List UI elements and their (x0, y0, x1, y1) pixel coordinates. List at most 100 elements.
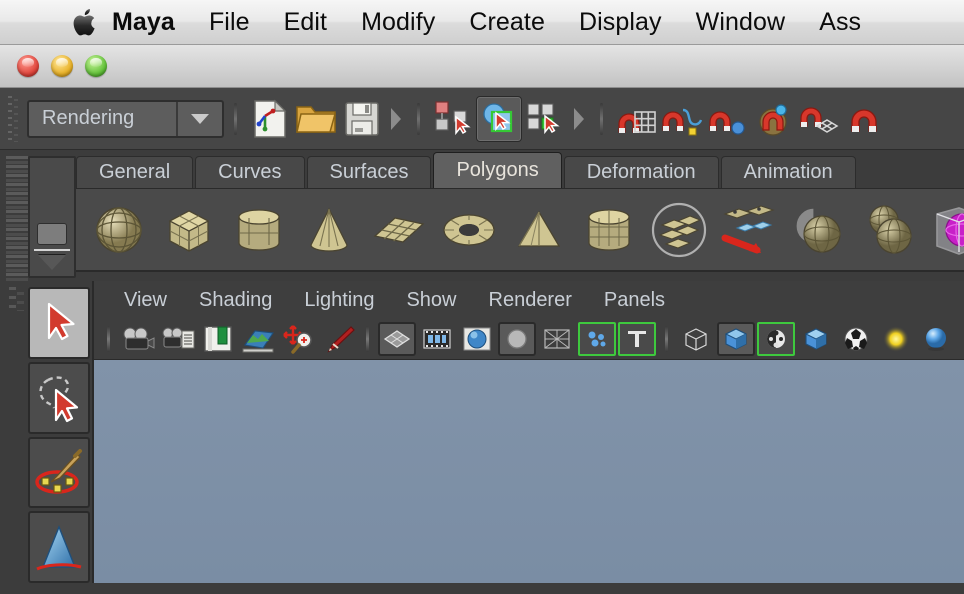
menu-item-modify[interactable]: Modify (344, 8, 452, 37)
toolbar-separator-3[interactable] (600, 102, 603, 135)
boolean-difference-icon[interactable] (786, 197, 852, 263)
paint-select-tool[interactable] (28, 436, 90, 509)
viewport-panel: View Shading Lighting Show Renderer Pane… (92, 281, 964, 583)
shelf-divider (34, 249, 70, 251)
move-tool[interactable] (28, 511, 90, 583)
menu-item-create[interactable]: Create (452, 8, 562, 37)
shelf-tab-general[interactable]: General (76, 156, 194, 188)
select-by-component-type-icon[interactable] (522, 96, 568, 142)
menu-item-assets[interactable]: Ass (802, 8, 878, 37)
select-by-hierarchy-icon[interactable] (430, 96, 476, 142)
shelf-tab-polygons[interactable]: Polygons (433, 152, 562, 188)
snap-to-grid-icon[interactable] (613, 96, 659, 142)
lasso-select-tool[interactable] (28, 361, 90, 434)
shelf-icon-row (76, 188, 964, 272)
shaded-textured-icon[interactable] (757, 322, 795, 356)
viewport-canvas[interactable] (94, 359, 964, 583)
shelf-tab-curves[interactable]: Curves (195, 156, 305, 188)
viewport-menu-lighting[interactable]: Lighting (288, 289, 390, 312)
snap-to-curve-icon[interactable] (659, 96, 705, 142)
polygon-cone-icon[interactable] (296, 197, 362, 263)
shelf-tab-surfaces[interactable]: Surfaces (306, 156, 432, 188)
combine-icon[interactable] (716, 197, 782, 263)
select-by-object-type-icon[interactable] (476, 95, 522, 142)
chevron-down-icon[interactable] (176, 101, 222, 136)
maya-application-window: Rendering General Curves Surfaces Polygo… (0, 45, 964, 594)
status-line-toolbar: Rendering (0, 88, 964, 150)
xray-icon[interactable] (538, 322, 576, 356)
viewport-menu-panels[interactable]: Panels (588, 289, 681, 312)
mirror-geometry-icon[interactable] (926, 197, 964, 263)
polygon-prism-icon[interactable] (576, 197, 642, 263)
viewport-toolbar-handle[interactable] (107, 326, 110, 352)
two-d-pan-zoom-icon[interactable] (279, 322, 317, 356)
menu-item-display[interactable]: Display (562, 8, 679, 37)
toolbox-drag-handle[interactable] (8, 287, 26, 311)
shelf-tab-bar: General Curves Surfaces Polygons Deforma… (76, 150, 964, 188)
shelf-area: General Curves Surfaces Polygons Deforma… (0, 150, 964, 281)
viewport-toolbar (94, 319, 964, 359)
camera-attributes-icon[interactable] (159, 322, 197, 356)
boolean-union-icon[interactable] (856, 197, 922, 263)
flat-shade-icon[interactable] (797, 322, 835, 356)
wireframe-on-shaded-icon[interactable] (378, 322, 416, 356)
os-menu-bar: Maya File Edit Modify Create Display Win… (0, 0, 964, 45)
viewport-menu-view[interactable]: View (108, 289, 183, 312)
menu-set-dropdown[interactable]: Rendering (27, 99, 224, 138)
toolbar-separator-2[interactable] (417, 102, 420, 135)
statusline-drag-handle[interactable] (8, 95, 20, 142)
texture-display-icon[interactable] (837, 322, 875, 356)
bookmark-icon[interactable] (199, 322, 237, 356)
text-display-icon[interactable] (618, 322, 656, 356)
menu-set-value: Rendering (42, 107, 135, 129)
shelf-tab-animation[interactable]: Animation (720, 156, 856, 188)
new-scene-icon[interactable] (247, 96, 293, 142)
resolution-gate-icon[interactable] (458, 322, 496, 356)
apple-logo-icon[interactable] (72, 4, 102, 40)
image-plane-icon[interactable] (239, 322, 277, 356)
viewport-toolbar-separator[interactable] (366, 326, 369, 352)
save-scene-icon[interactable] (339, 96, 385, 142)
polygon-pyramid-icon[interactable] (506, 197, 572, 263)
viewport-toolbar-separator-2[interactable] (665, 326, 668, 352)
viewport-menu-shading[interactable]: Shading (183, 289, 288, 312)
use-default-light-icon[interactable] (877, 322, 915, 356)
open-scene-icon[interactable] (293, 96, 339, 142)
polygon-plane-icon[interactable] (366, 197, 432, 263)
viewport-menu-renderer[interactable]: Renderer (473, 289, 588, 312)
close-button[interactable] (17, 55, 39, 77)
window-title-bar (0, 45, 964, 88)
chevron-down-icon[interactable] (38, 255, 66, 270)
polygon-cube-icon[interactable] (156, 197, 222, 263)
snap-to-projected-center-icon[interactable] (751, 96, 797, 142)
select-tool[interactable] (28, 287, 90, 359)
smooth-proxy-icon[interactable] (646, 197, 712, 263)
zoom-button[interactable] (85, 55, 107, 77)
viewport-menu-show[interactable]: Show (390, 289, 472, 312)
snap-to-view-plane-icon[interactable] (797, 96, 843, 142)
make-live-icon[interactable] (843, 96, 889, 142)
toolbar-expander-arrow[interactable] (391, 107, 401, 130)
toolbar-separator[interactable] (234, 102, 237, 135)
select-camera-icon[interactable] (119, 322, 157, 356)
smooth-shade-all-icon[interactable] (717, 322, 755, 356)
shelf-tab-selector[interactable] (28, 156, 76, 278)
snap-to-point-icon[interactable] (705, 96, 751, 142)
main-body: View Shading Lighting Show Renderer Pane… (0, 281, 964, 583)
film-gate-icon[interactable] (418, 322, 456, 356)
use-all-lights-icon[interactable] (917, 322, 955, 356)
menu-item-window[interactable]: Window (679, 8, 803, 37)
menu-item-edit[interactable]: Edit (267, 8, 344, 37)
gate-mask-icon[interactable] (498, 322, 536, 356)
shelf-tab-deformation[interactable]: Deformation (563, 156, 719, 188)
polygon-sphere-icon[interactable] (86, 197, 152, 263)
grease-pencil-icon[interactable] (319, 322, 357, 356)
polygon-cylinder-icon[interactable] (226, 197, 292, 263)
shelf-rail-drag-handle[interactable] (6, 156, 28, 281)
menu-item-file[interactable]: File (192, 8, 267, 37)
toolbar-expander-arrow-2[interactable] (574, 107, 584, 130)
wireframe-display-icon[interactable] (677, 322, 715, 356)
polygon-torus-icon[interactable] (436, 197, 502, 263)
minimize-button[interactable] (51, 55, 73, 77)
particles-icon[interactable] (578, 322, 616, 356)
